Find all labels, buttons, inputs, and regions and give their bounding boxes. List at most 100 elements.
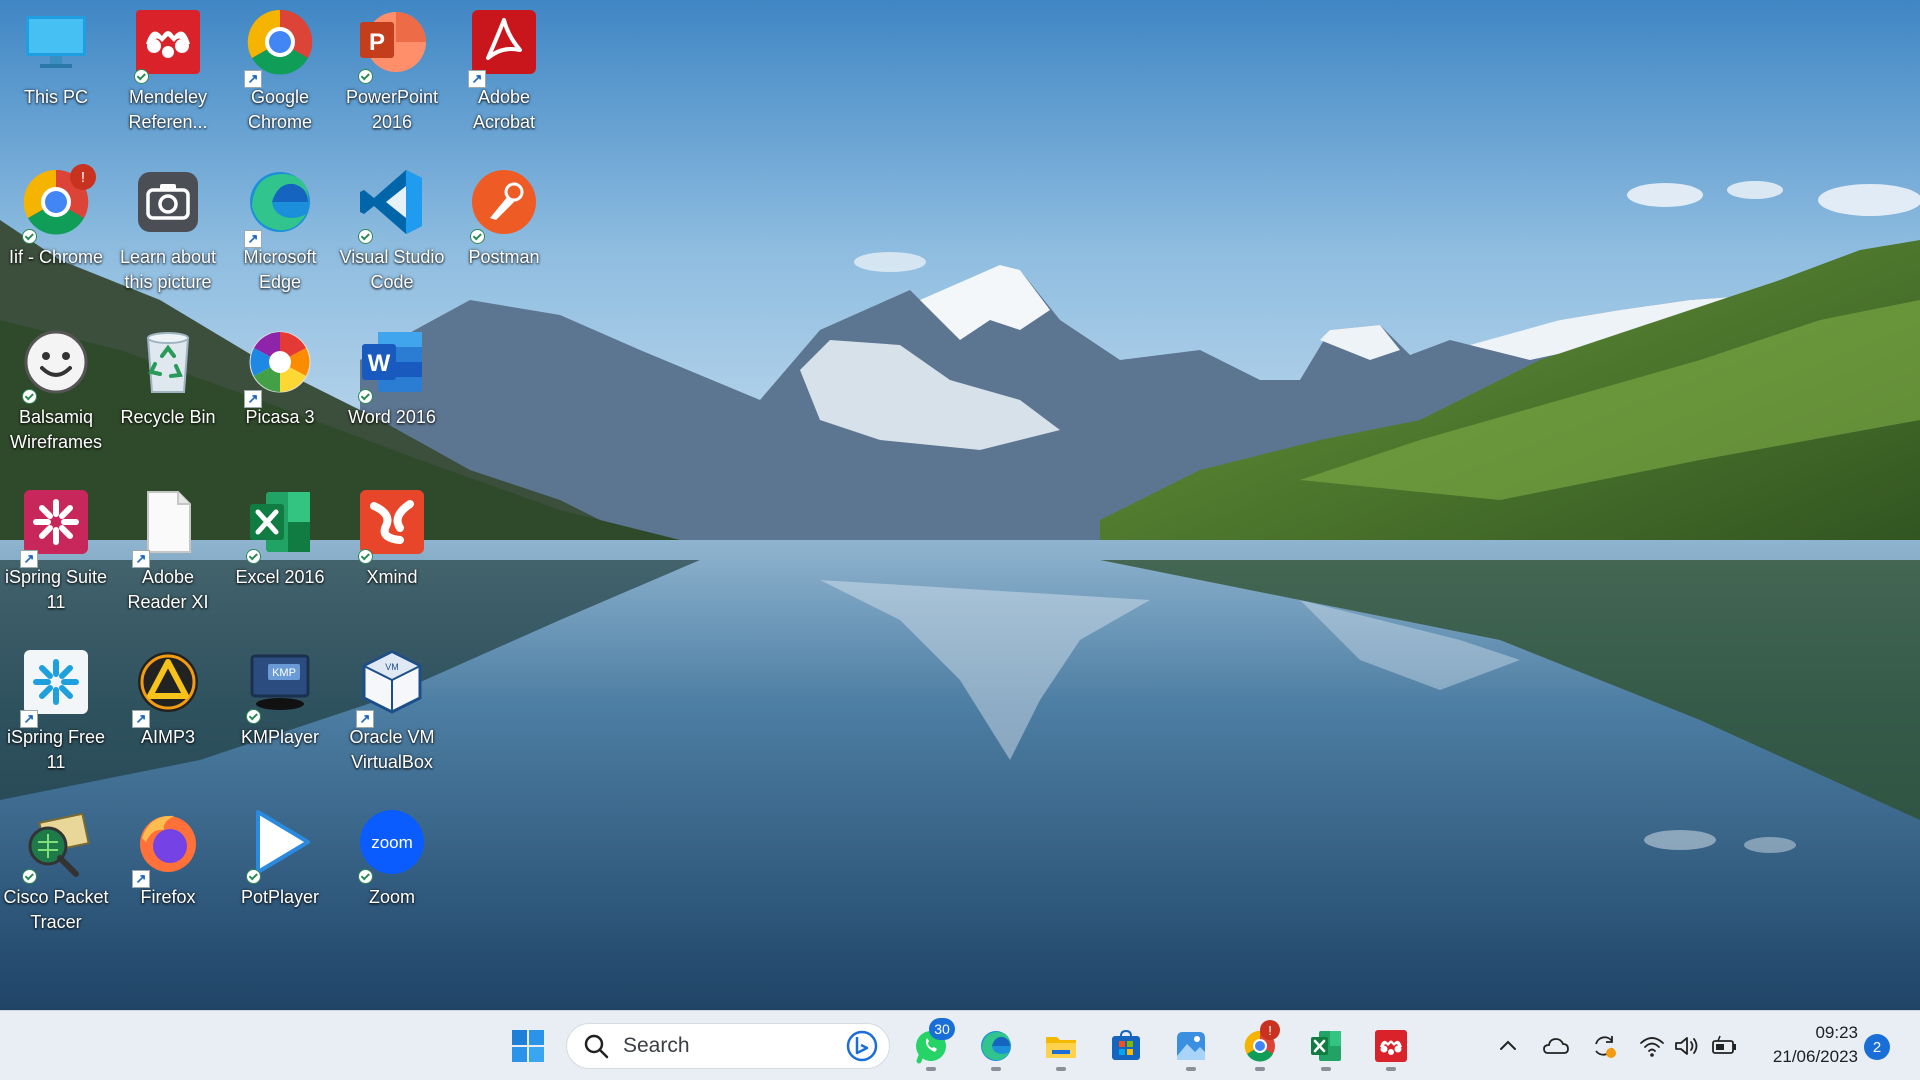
shortcut-arrow-icon: ↗ [356, 710, 374, 728]
picasa-icon [249, 331, 311, 393]
running-indicator [1056, 1067, 1066, 1071]
bing-chat-icon[interactable] [845, 1029, 879, 1063]
packet-tracer-icon [28, 812, 90, 877]
taskbar-microsoft-store[interactable] [1100, 1020, 1152, 1072]
sync-check-icon [134, 69, 149, 84]
excel-icon [1311, 1031, 1341, 1061]
running-indicator [1186, 1067, 1196, 1071]
svg-text:VM: VM [385, 662, 399, 672]
sync-check-icon [470, 229, 485, 244]
show-hidden-icons-button[interactable] [1490, 1028, 1526, 1064]
desktop-icon-postman[interactable]: Postman [448, 160, 560, 310]
recycle-bin-icon [146, 332, 190, 393]
shortcut-arrow-icon: ↗ [132, 870, 150, 888]
taskbar-file-explorer[interactable] [1035, 1020, 1087, 1072]
tray-onedrive[interactable] [1538, 1028, 1574, 1064]
clock-time: 09:23 [1815, 1023, 1858, 1042]
whatsapp-unread-badge: 30 [929, 1018, 955, 1040]
taskbar-mendeley[interactable] [1365, 1020, 1417, 1072]
desktop-icon-label: iSpring Suite 11 [4, 567, 108, 612]
desktop-icon-firefox[interactable]: ↗ Firefox [112, 800, 224, 950]
taskbar-search-box[interactable]: Search [566, 1023, 890, 1069]
taskbar-edge[interactable] [970, 1020, 1022, 1072]
taskbar-photos[interactable] [1165, 1020, 1217, 1072]
desktop-icon-ispring-free[interactable]: ↗ iSpring Free 11 [0, 640, 112, 790]
shortcut-arrow-icon: ↗ [244, 70, 262, 88]
desktop-icon-label: Iif - Chrome [8, 247, 104, 267]
sync-check-icon [246, 869, 261, 884]
desktop-icon-learn-about-picture[interactable]: Learn about this picture [112, 160, 224, 310]
microsoft-store-icon [1112, 1029, 1140, 1060]
desktop-icon-label: Word 2016 [348, 407, 436, 427]
taskbar-chrome[interactable]: ! [1234, 1020, 1286, 1072]
desktop-icon-label: Postman [468, 247, 540, 267]
desktop-icon-label: Adobe Reader XI [127, 567, 209, 612]
desktop-icon-label: AIMP3 [140, 727, 196, 747]
shortcut-arrow-icon: ↗ [132, 550, 150, 568]
desktop-icon-picasa[interactable]: ↗ Picasa 3 [224, 320, 336, 470]
shortcut-arrow-icon: ↗ [468, 70, 486, 88]
onedrive-icon [1543, 1038, 1569, 1054]
desktop-icon-kmplayer[interactable]: KMP KMPlayer [224, 640, 336, 790]
sync-check-icon [22, 869, 37, 884]
ispring-free-icon [24, 650, 88, 714]
desktop-icon-packet-tracer[interactable]: Cisco Packet Tracer [0, 800, 112, 950]
vscode-icon [360, 170, 422, 234]
desktop-icon-adobe-acrobat[interactable]: ↗ Adobe Acrobat [448, 0, 560, 150]
desktop-icon-aimp3[interactable]: ↗ AIMP3 [112, 640, 224, 790]
camera-icon [138, 172, 198, 232]
desktop-icon-vscode[interactable]: Visual Studio Code [336, 160, 448, 310]
desktop-icon-excel[interactable]: Excel 2016 [224, 480, 336, 630]
desktop-icon-microsoft-edge[interactable]: ↗ Microsoft Edge [224, 160, 336, 310]
running-indicator [991, 1067, 1001, 1071]
desktop-icon-label: PowerPoint 2016 [345, 87, 439, 132]
desktop-icon-label: Adobe Acrobat [472, 87, 536, 132]
wifi-icon [1640, 1037, 1664, 1057]
tray-volume[interactable] [1668, 1028, 1704, 1064]
taskbar-whatsapp[interactable]: 30 [905, 1018, 957, 1072]
mendeley-icon [136, 10, 200, 74]
desktop-icon-ispring-suite[interactable]: ↗ iSpring Suite 11 [0, 480, 112, 630]
shortcut-arrow-icon: ↗ [20, 550, 38, 568]
volume-icon [1675, 1037, 1698, 1055]
tray-sync[interactable] [1586, 1028, 1622, 1064]
running-indicator [926, 1067, 936, 1071]
search-placeholder: Search [623, 1034, 690, 1057]
desktop-icon-mendeley[interactable]: Mendeley Referen... [112, 0, 224, 150]
desktop-icon-potplayer[interactable]: PotPlayer [224, 800, 336, 950]
desktop-icon-word[interactable]: W Word 2016 [336, 320, 448, 470]
running-indicator [1321, 1067, 1331, 1071]
desktop-icon-virtualbox[interactable]: VM ↗ Oracle VM VirtualBox [336, 640, 448, 790]
desktop-icon-label: iSpring Free 11 [6, 727, 106, 772]
taskbar-excel[interactable] [1300, 1020, 1352, 1072]
desktop-icon-adobe-reader[interactable]: ↗ Adobe Reader XI [112, 480, 224, 630]
desktop-icon-this-pc[interactable]: This PC [0, 0, 112, 150]
word-icon: W [362, 332, 422, 392]
taskbar-clock[interactable]: 09:23 21/06/2023 [1748, 1021, 1858, 1069]
desktop-icon-recycle-bin[interactable]: Recycle Bin [112, 320, 224, 470]
notification-center-badge[interactable]: 2 [1864, 1034, 1890, 1060]
xmind-icon [360, 490, 424, 554]
start-icon [512, 1030, 544, 1062]
shortcut-arrow-icon: ↗ [132, 710, 150, 728]
desktop-icon-google-chrome[interactable]: ↗ Google Chrome [224, 0, 336, 150]
desktop-icon-label: Zoom [368, 887, 415, 907]
desktop-icon-label: Learn about this picture [119, 247, 217, 292]
postman-icon [472, 170, 536, 234]
virtualbox-icon: VM [361, 650, 423, 714]
taskbar: Search 30 ! 09:23 21/06/2023 2 [0, 1010, 1920, 1080]
firefox-icon [140, 815, 196, 872]
desktop-icon-label: Excel 2016 [235, 567, 325, 587]
tray-wifi[interactable] [1634, 1028, 1670, 1064]
desktop-icon-label: Firefox [140, 887, 196, 907]
shortcut-arrow-icon: ↗ [244, 230, 262, 248]
kmplayer-icon: KMP [250, 654, 310, 710]
desktop-icon-lif-chrome[interactable]: ! Iif - Chrome [0, 160, 112, 310]
sync-check-icon [22, 389, 37, 404]
desktop-icon-powerpoint[interactable]: P PowerPoint 2016 [336, 0, 448, 150]
tray-battery[interactable] [1706, 1028, 1742, 1064]
desktop-icon-balsamiq[interactable]: Balsamiq Wireframes [0, 320, 112, 470]
desktop-icon-zoom[interactable]: zoom Zoom [336, 800, 448, 950]
desktop-icon-xmind[interactable]: Xmind [336, 480, 448, 630]
start-button[interactable] [502, 1020, 554, 1072]
